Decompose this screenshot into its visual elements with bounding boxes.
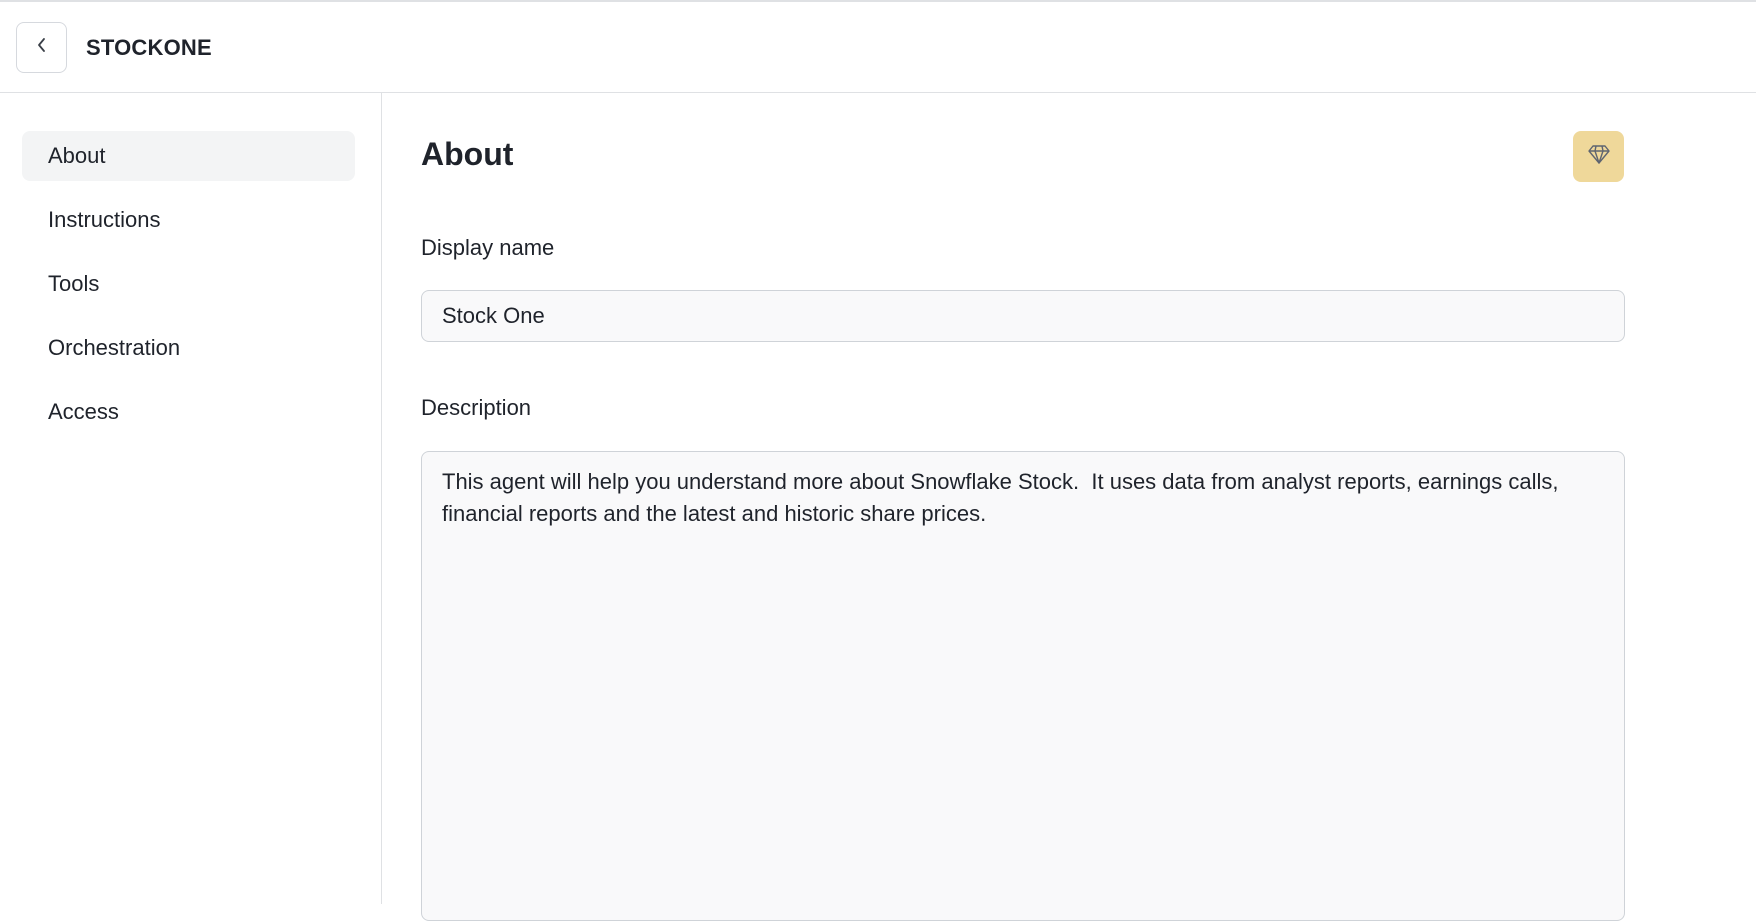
sidebar-item-label: About (48, 143, 106, 168)
page-title: About (421, 136, 514, 172)
sidebar-item-tools[interactable]: Tools (22, 259, 355, 309)
gem-button[interactable] (1573, 131, 1624, 182)
description-field[interactable]: This agent will help you understand more… (421, 451, 1625, 921)
sidebar-item-label: Tools (48, 271, 100, 296)
sidebar-item-orchestration[interactable]: Orchestration (22, 323, 355, 373)
gem-icon (1587, 142, 1611, 171)
sidebar-item-label: Access (48, 399, 119, 424)
app-title: STOCKONE (86, 35, 212, 60)
sidebar: About Instructions Tools Orchestration A… (0, 93, 382, 904)
description-label: Description (421, 395, 532, 420)
display-name-label: Display name (421, 235, 555, 260)
sidebar-item-instructions[interactable]: Instructions (22, 195, 355, 245)
display-name-field[interactable] (421, 290, 1625, 342)
main-content: About Display name Description This agen… (383, 93, 1756, 921)
back-button[interactable] (16, 22, 67, 73)
chevron-left-icon (35, 36, 49, 59)
sidebar-item-label: Orchestration (48, 335, 181, 360)
top-bar: STOCKONE (0, 0, 1756, 93)
sidebar-item-about[interactable]: About (22, 131, 355, 181)
sidebar-item-access[interactable]: Access (22, 387, 355, 437)
sidebar-item-label: Instructions (48, 207, 161, 232)
